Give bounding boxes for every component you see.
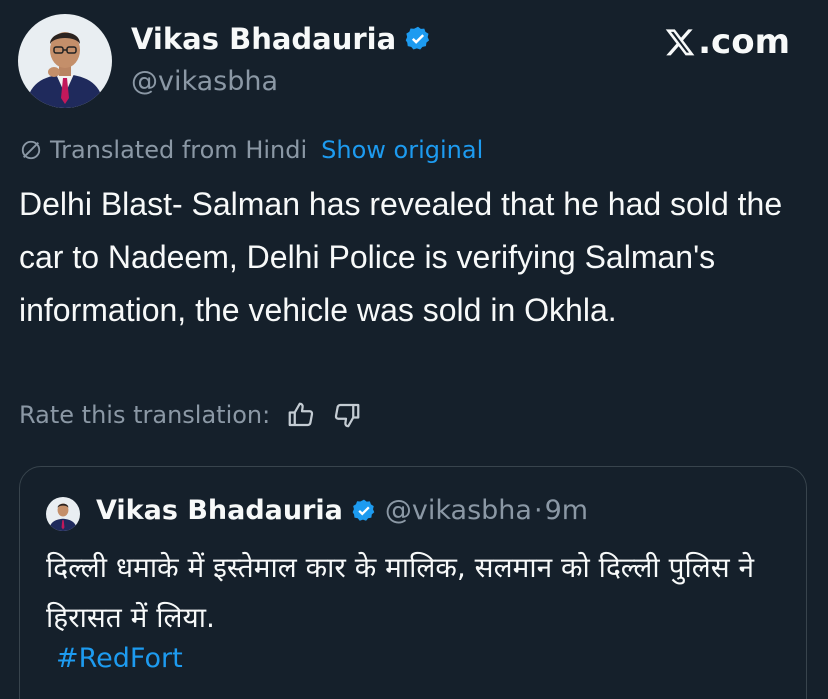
author-handle[interactable]: @vikasbha	[131, 66, 278, 97]
quoted-author-handle[interactable]: @vikasbha	[385, 495, 532, 526]
quoted-tweet-body: दिल्ली धमाके में इस्तेमाल कार के मालिक, …	[46, 551, 755, 634]
quoted-tweet-timestamp[interactable]: 9m	[545, 495, 588, 526]
thumbs-down-icon[interactable]	[332, 400, 362, 430]
author-name[interactable]: Vikas Bhadauria	[131, 22, 432, 56]
tweet-body: Delhi Blast- Salman has revealed that he…	[19, 186, 783, 328]
quoted-author-name[interactable]: Vikas Bhadauria	[96, 495, 343, 526]
rate-translation-row: Rate this translation:	[19, 400, 362, 430]
verified-badge-icon	[405, 26, 430, 50]
thumbs-up-icon[interactable]	[286, 400, 316, 430]
tweet-screenshot: Vikas Bhadauria @vikasbha .com Translate…	[0, 0, 828, 699]
separator-dot: ·	[533, 495, 543, 526]
hashtag-link[interactable]: #RedFort	[56, 643, 183, 674]
show-original-link[interactable]: Show original	[321, 136, 483, 164]
logo-text: .com	[698, 22, 790, 62]
rate-translation-label: Rate this translation:	[19, 401, 271, 429]
x-logo-icon	[665, 29, 695, 56]
author-avatar[interactable]	[18, 14, 112, 108]
x-com-logo: .com	[664, 22, 790, 62]
translated-from-label: Translated from Hindi	[50, 136, 308, 164]
quoted-author-avatar[interactable]	[46, 497, 80, 531]
quoted-tweet-header: Vikas Bhadauria @vikasbha · 9m	[96, 495, 588, 526]
quoted-tweet-card[interactable]: Vikas Bhadauria @vikasbha · 9m दिल्ली धमाक…	[19, 466, 807, 699]
translation-notice: Translated from Hindi Show original	[20, 136, 483, 164]
translate-globe-icon	[21, 140, 41, 160]
author-name-text: Vikas Bhadauria	[131, 22, 397, 56]
verified-badge-icon	[352, 499, 375, 521]
